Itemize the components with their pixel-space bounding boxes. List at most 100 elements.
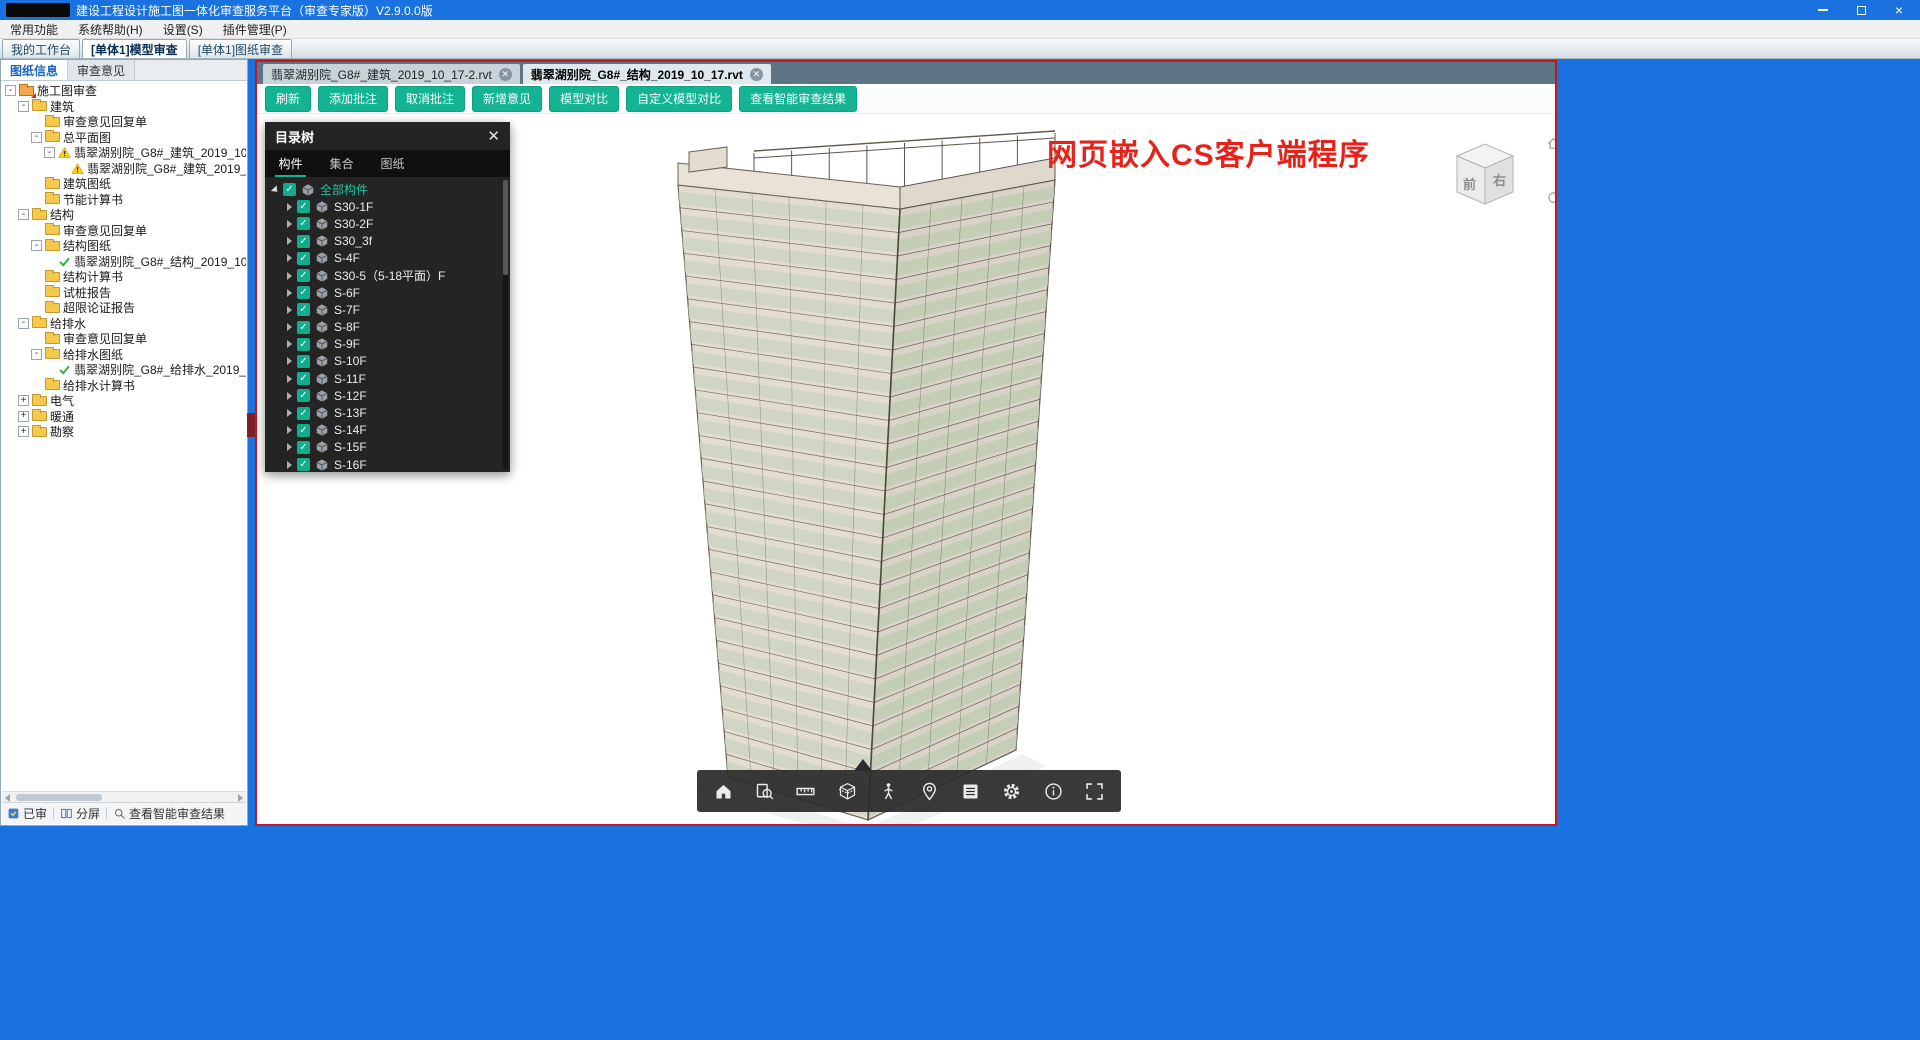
nav-cube-icon[interactable] <box>1445 132 1525 212</box>
expand-arrow-icon[interactable] <box>287 375 292 383</box>
expand-arrow-icon[interactable] <box>287 426 292 434</box>
rotate-view-icon[interactable] <box>1546 190 1555 205</box>
tree-expander-icon[interactable]: - <box>31 349 42 360</box>
tree-item[interactable]: 翡翠湖别院_G8#_结构_2019_10_17.r <box>2 254 246 270</box>
expand-arrow-icon[interactable] <box>287 340 292 348</box>
catalog-item[interactable]: ✓S30-2F <box>265 215 510 232</box>
scroll-right-icon[interactable] <box>238 794 243 802</box>
tree-item[interactable]: -建筑 <box>2 99 246 115</box>
checkbox-checked-icon[interactable]: ✓ <box>297 235 310 248</box>
ruler-button[interactable] <box>791 776 821 806</box>
tree-item[interactable]: 审查意见回复单 <box>2 331 246 347</box>
catalog-item[interactable]: ✓S-4F <box>265 250 510 267</box>
toolbar-button[interactable]: 取消批注 <box>395 86 465 112</box>
expand-arrow-icon[interactable] <box>287 203 292 211</box>
maximize-button[interactable] <box>1842 0 1880 20</box>
fullscreen-button[interactable] <box>1079 776 1109 806</box>
catalog-tab[interactable]: 构件 <box>265 150 316 177</box>
tree-item[interactable]: -给排水图纸 <box>2 347 246 363</box>
expand-arrow-icon[interactable] <box>287 409 292 417</box>
catalog-item[interactable]: ✓S30-1F <box>265 198 510 215</box>
tree-item[interactable]: -结构图纸 <box>2 238 246 254</box>
toolbar-button[interactable]: 新增意见 <box>472 86 542 112</box>
document-tab[interactable]: 翡翠湖别院_G8#_建筑_2019_10_17-2.rvt✕ <box>263 64 520 84</box>
catalog-item[interactable]: ✓S-8F <box>265 319 510 336</box>
toolbar-button[interactable]: 模型对比 <box>549 86 619 112</box>
tree-item[interactable]: 结构计算书 <box>2 269 246 285</box>
tree-item[interactable]: 建筑图纸 <box>2 176 246 192</box>
tree-expander-icon[interactable]: - <box>18 209 29 220</box>
expand-arrow-icon[interactable] <box>287 443 292 451</box>
toolbar-button[interactable]: 添加批注 <box>318 86 388 112</box>
tree-item[interactable]: +暖通 <box>2 409 246 425</box>
checkbox-checked-icon[interactable]: ✓ <box>297 286 310 299</box>
roam-pin-button[interactable] <box>915 776 945 806</box>
horizontal-scrollbar[interactable] <box>2 791 246 802</box>
expand-arrow-icon[interactable] <box>287 237 292 245</box>
tree-item[interactable]: 试桩报告 <box>2 285 246 301</box>
close-icon[interactable]: ✕ <box>487 129 500 144</box>
nav-cube-front-face[interactable]: 前 <box>1463 174 1476 193</box>
tree-item[interactable]: 给排水计算书 <box>2 378 246 394</box>
checkbox-checked-icon[interactable]: ✓ <box>297 372 310 385</box>
checkbox-checked-icon[interactable]: ✓ <box>297 441 310 454</box>
home-view-icon[interactable] <box>1546 136 1555 151</box>
tree-expander-icon[interactable]: + <box>18 411 29 422</box>
tree-expander-icon[interactable]: - <box>18 101 29 112</box>
catalog-item[interactable]: ✓全部构件 <box>265 181 510 198</box>
tree-expander-icon[interactable]: + <box>18 395 29 406</box>
sidebar-tab[interactable]: 审查意见 <box>68 60 135 80</box>
tree-item[interactable]: -翡翠湖别院_G8#_建筑_2019_10_17.r <box>2 145 246 161</box>
catalog-item[interactable]: ✓S-16F <box>265 456 510 472</box>
section-box-button[interactable] <box>832 776 862 806</box>
expand-arrow-icon[interactable] <box>287 323 292 331</box>
workspace-tab[interactable]: [单体1]图纸审查 <box>189 39 292 58</box>
tree-item[interactable]: -结构 <box>2 207 246 223</box>
sidebar-tab[interactable]: 图纸信息 <box>1 60 68 80</box>
catalog-item[interactable]: ✓S-6F <box>265 284 510 301</box>
expand-arrow-icon[interactable] <box>287 289 292 297</box>
workspace-tab[interactable]: [单体1]模型审查 <box>82 39 187 58</box>
tab-close-icon[interactable]: ✕ <box>499 68 512 81</box>
footer-audit-button[interactable]: 已审 <box>7 805 47 822</box>
checkbox-checked-icon[interactable]: ✓ <box>297 303 310 316</box>
catalog-tab[interactable]: 集合 <box>316 150 367 177</box>
menu-item[interactable]: 设置(S) <box>153 20 213 38</box>
tree-item[interactable]: 节能计算书 <box>2 192 246 208</box>
checkbox-checked-icon[interactable]: ✓ <box>297 338 310 351</box>
tree-expander-icon[interactable]: - <box>5 85 16 96</box>
tree-item[interactable]: 审查意见回复单 <box>2 114 246 130</box>
toolbar-button[interactable]: 自定义模型对比 <box>626 86 732 112</box>
catalog-item[interactable]: ✓S-9F <box>265 336 510 353</box>
tree-expander-icon[interactable]: + <box>18 426 29 437</box>
tree-item[interactable]: +勘察 <box>2 424 246 440</box>
checkbox-checked-icon[interactable]: ✓ <box>297 252 310 265</box>
tree-expander-icon[interactable]: - <box>44 147 55 158</box>
menu-item[interactable]: 系统帮助(H) <box>68 20 153 38</box>
expand-arrow-icon[interactable] <box>287 254 292 262</box>
info-button[interactable] <box>1038 776 1068 806</box>
checkbox-checked-icon[interactable]: ✓ <box>297 217 310 230</box>
nav-cube[interactable]: 前 右 <box>1445 132 1555 224</box>
catalog-tab[interactable]: 图纸 <box>367 150 418 177</box>
catalog-item[interactable]: ✓S-14F <box>265 422 510 439</box>
footer-search-button[interactable]: 查看智能审查结果 <box>113 805 225 822</box>
walk-button[interactable] <box>873 776 903 806</box>
home-button[interactable] <box>709 776 739 806</box>
checkbox-checked-icon[interactable]: ✓ <box>297 389 310 402</box>
close-button[interactable]: × <box>1880 0 1918 20</box>
toolbar-button[interactable]: 刷新 <box>265 86 311 112</box>
catalog-item[interactable]: ✓S-12F <box>265 387 510 404</box>
scroll-left-icon[interactable] <box>5 794 10 802</box>
tree-expander-icon[interactable]: - <box>31 240 42 251</box>
checkbox-checked-icon[interactable]: ✓ <box>297 321 310 334</box>
tree-item[interactable]: 超限论证报告 <box>2 300 246 316</box>
catalog-item[interactable]: ✓S30-5（5-18平面）F <box>265 267 510 284</box>
document-tab[interactable]: 翡翠湖别院_G8#_结构_2019_10_17.rvt✕ <box>523 64 771 84</box>
catalog-item[interactable]: ✓S-13F <box>265 404 510 421</box>
tree-expander-icon[interactable]: - <box>31 132 42 143</box>
expand-arrow-icon[interactable] <box>287 392 292 400</box>
checkbox-checked-icon[interactable]: ✓ <box>297 407 310 420</box>
expand-arrow-icon[interactable] <box>287 306 292 314</box>
workspace-tab[interactable]: 我的工作台 <box>2 39 80 58</box>
